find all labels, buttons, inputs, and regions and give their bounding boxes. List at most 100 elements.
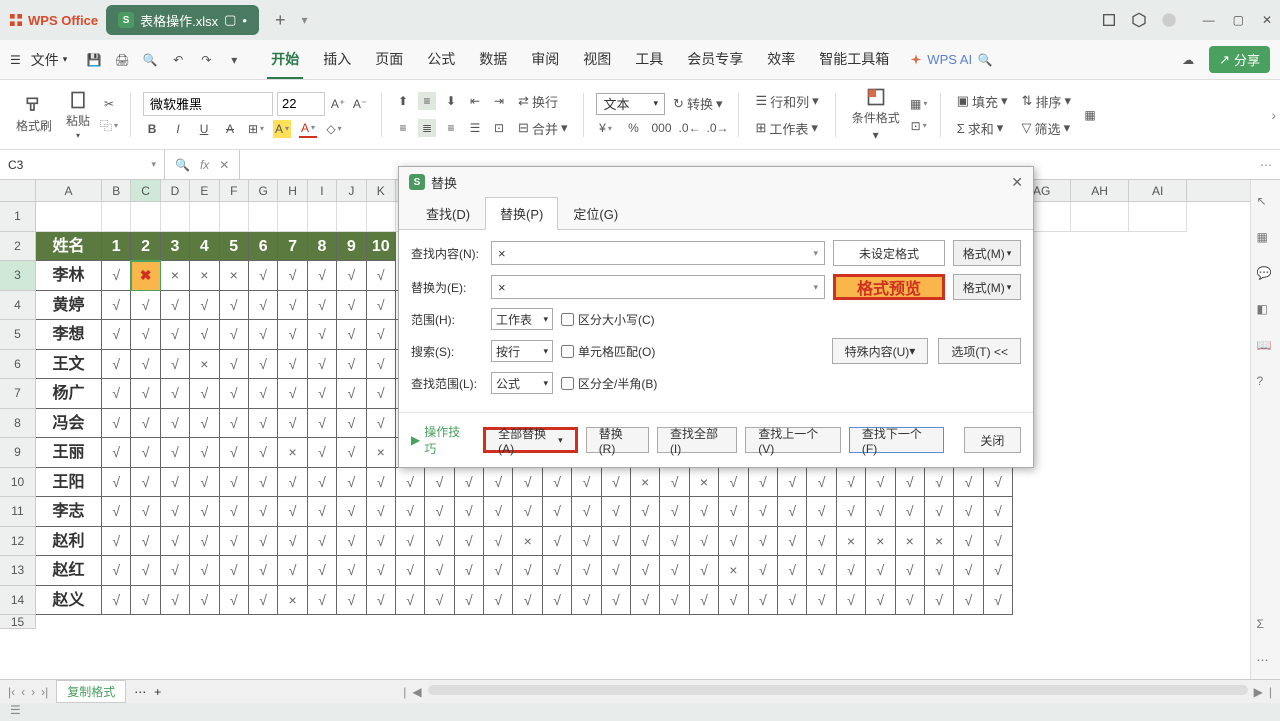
worksheet-button[interactable]: ⊞ 工作表▾ bbox=[751, 117, 822, 140]
cell-mark[interactable]: √ bbox=[954, 586, 983, 616]
cell-name[interactable]: 王文 bbox=[36, 350, 102, 380]
cell-mark[interactable]: √ bbox=[367, 468, 396, 498]
cell-mark[interactable]: √ bbox=[660, 586, 689, 616]
cell-mark[interactable]: √ bbox=[719, 497, 748, 527]
cell-mark[interactable]: √ bbox=[396, 527, 425, 557]
cell-mark[interactable]: √ bbox=[455, 556, 484, 586]
cell-mark[interactable]: √ bbox=[602, 497, 631, 527]
cell-mark[interactable]: √ bbox=[396, 556, 425, 586]
fb-expand-icon[interactable]: ⋯ bbox=[1252, 158, 1280, 172]
font-select[interactable] bbox=[143, 92, 273, 116]
paste-button[interactable]: 粘贴▾ bbox=[62, 88, 94, 142]
maximize-icon[interactable]: ▢ bbox=[1233, 13, 1244, 27]
col-header[interactable]: E bbox=[190, 180, 219, 201]
sheet-prev-icon[interactable]: ‹ bbox=[21, 685, 25, 699]
cell-mark[interactable]: √ bbox=[278, 497, 307, 527]
col-header[interactable]: A bbox=[36, 180, 102, 201]
dialog-titlebar[interactable]: S 替换 ✕ bbox=[399, 167, 1033, 197]
cell-mark[interactable]: √ bbox=[278, 320, 307, 350]
decrease-font-icon[interactable]: A⁻ bbox=[351, 95, 369, 113]
align-left-icon[interactable]: ≡ bbox=[394, 119, 412, 137]
cell-name[interactable]: 赵红 bbox=[36, 556, 102, 586]
cell-mark[interactable]: √ bbox=[249, 379, 278, 409]
cell-mark[interactable]: √ bbox=[837, 497, 866, 527]
cell-mark[interactable]: √ bbox=[778, 527, 807, 557]
cell[interactable] bbox=[249, 202, 278, 232]
cell-mark[interactable]: √ bbox=[778, 468, 807, 498]
cell-mark[interactable]: √ bbox=[131, 468, 160, 498]
cell-mark[interactable]: √ bbox=[896, 468, 925, 498]
cell-mark[interactable]: × bbox=[690, 468, 719, 498]
h-scrollbar[interactable] bbox=[428, 685, 1248, 695]
cell-mark[interactable]: √ bbox=[954, 527, 983, 557]
menu-tab-data[interactable]: 数据 bbox=[475, 41, 511, 79]
cell-header-num[interactable]: 6 bbox=[249, 232, 278, 262]
convert-button[interactable]: ↻ 转换▾ bbox=[669, 92, 726, 115]
cell-mark[interactable]: √ bbox=[660, 468, 689, 498]
cell-mark[interactable]: √ bbox=[690, 497, 719, 527]
cell-mark[interactable]: √ bbox=[308, 527, 337, 557]
tips-link[interactable]: ▶ 操作技巧 bbox=[411, 423, 467, 457]
format-painter-button[interactable]: 格式刷 bbox=[12, 93, 56, 136]
cell[interactable] bbox=[190, 202, 219, 232]
options-button[interactable]: 选项(T) << bbox=[938, 338, 1021, 364]
menu-tab-tools[interactable]: 工具 bbox=[631, 41, 667, 79]
tab-preview-icon[interactable]: ▢ bbox=[224, 12, 236, 28]
cell-mark[interactable]: √ bbox=[660, 497, 689, 527]
cell-mark[interactable]: √ bbox=[367, 291, 396, 321]
cell-mark[interactable]: √ bbox=[925, 497, 954, 527]
cell-mark[interactable]: √ bbox=[631, 527, 660, 557]
cell-mark[interactable]: √ bbox=[954, 497, 983, 527]
cell-mark[interactable]: √ bbox=[925, 468, 954, 498]
wrap-button[interactable]: ⇄ 换行 bbox=[514, 90, 562, 113]
cell-mark[interactable]: √ bbox=[337, 468, 366, 498]
row-header[interactable]: 1 bbox=[0, 202, 36, 232]
cell-name[interactable]: 李想 bbox=[36, 320, 102, 350]
dlg-tab-find[interactable]: 查找(D) bbox=[411, 197, 485, 229]
cell-mark[interactable]: √ bbox=[308, 350, 337, 380]
cell[interactable] bbox=[36, 202, 102, 232]
cell-mark[interactable]: √ bbox=[220, 291, 249, 321]
cell-name[interactable]: 杨广 bbox=[36, 379, 102, 409]
row-header[interactable]: 7 bbox=[0, 379, 36, 409]
cell-mark[interactable]: × bbox=[190, 350, 219, 380]
fill-button[interactable]: ▣ 填充▾ bbox=[953, 90, 1012, 113]
cell-mark[interactable]: √ bbox=[837, 468, 866, 498]
sb-layers-icon[interactable]: ◧ bbox=[1257, 302, 1275, 320]
row-header[interactable]: 5 bbox=[0, 320, 36, 350]
hscroll-r-icon[interactable]: ▶ bbox=[1254, 685, 1263, 699]
cell-mark[interactable]: √ bbox=[308, 379, 337, 409]
cell-mark[interactable]: √ bbox=[543, 556, 572, 586]
cell-mark[interactable]: √ bbox=[749, 556, 778, 586]
cell-mark[interactable]: √ bbox=[513, 556, 542, 586]
cell-mark[interactable]: √ bbox=[102, 379, 131, 409]
replace-all-button[interactable]: 全部替换(A)▾ bbox=[483, 427, 578, 453]
qat-more-icon[interactable]: ▾ bbox=[225, 51, 243, 69]
cell-mark[interactable]: √ bbox=[278, 409, 307, 439]
cell-mark[interactable]: √ bbox=[249, 556, 278, 586]
cell-mark[interactable]: √ bbox=[367, 261, 396, 291]
cell-mark[interactable]: √ bbox=[190, 468, 219, 498]
cell-mark[interactable]: √ bbox=[249, 586, 278, 616]
cell-mark[interactable]: √ bbox=[396, 497, 425, 527]
cell-mark[interactable]: √ bbox=[102, 527, 131, 557]
cell-mark[interactable]: √ bbox=[631, 497, 660, 527]
cell-mark[interactable]: √ bbox=[778, 497, 807, 527]
crop-icon[interactable]: ⊡ bbox=[910, 117, 928, 135]
cell-mark[interactable]: √ bbox=[102, 586, 131, 616]
cell-mark[interactable]: √ bbox=[690, 527, 719, 557]
cell-mark[interactable]: √ bbox=[102, 468, 131, 498]
cell-mark[interactable]: √ bbox=[690, 586, 719, 616]
cell-mark[interactable]: √ bbox=[278, 527, 307, 557]
minimize-icon[interactable]: — bbox=[1203, 13, 1215, 27]
cell-mark[interactable]: √ bbox=[131, 497, 160, 527]
cell-header-num[interactable]: 4 bbox=[190, 232, 219, 262]
col-header[interactable]: K bbox=[367, 180, 396, 201]
cell-mark[interactable]: √ bbox=[249, 468, 278, 498]
strike-icon[interactable]: A bbox=[221, 120, 239, 138]
cell-mark[interactable]: √ bbox=[102, 320, 131, 350]
align-top-icon[interactable]: ⬆ bbox=[394, 92, 412, 110]
cell-name[interactable]: 王阳 bbox=[36, 468, 102, 498]
cell-mark[interactable]: × bbox=[719, 556, 748, 586]
cell-mark[interactable]: √ bbox=[425, 468, 454, 498]
